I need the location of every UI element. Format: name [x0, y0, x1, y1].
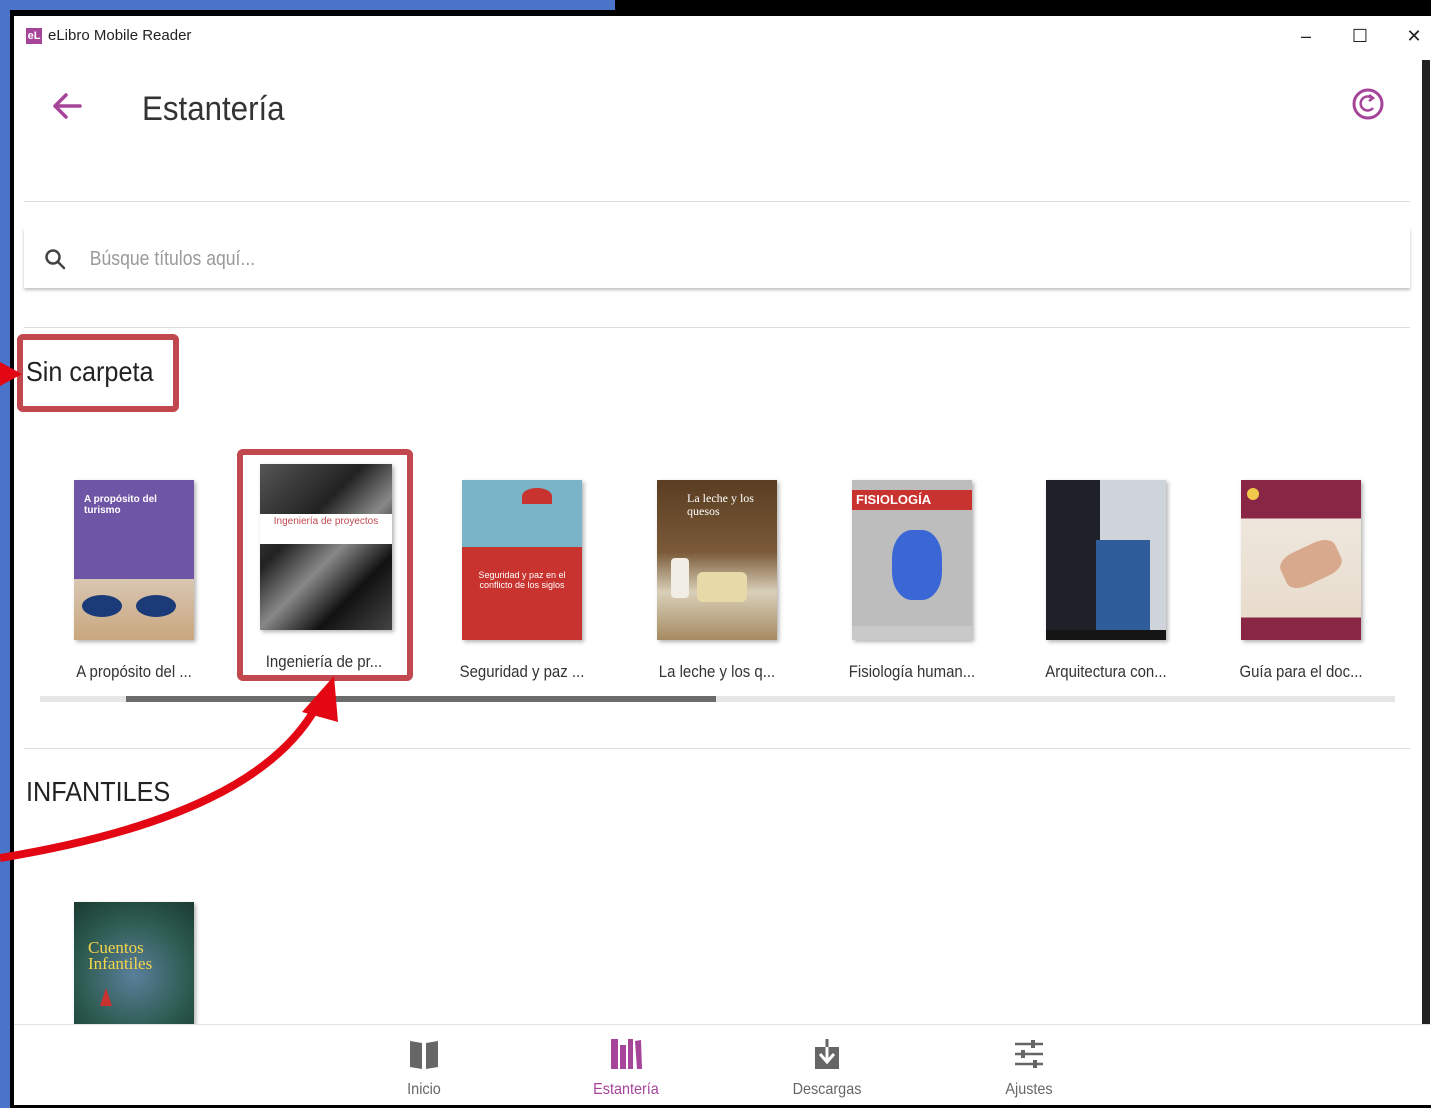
vertical-scrollbar-thumb[interactable] [1422, 60, 1430, 1026]
app-window: eL eLibro Mobile Reader – ☐ ✕ Estantería [14, 16, 1431, 1105]
sync-button[interactable] [1350, 86, 1386, 122]
book-open-icon [410, 1041, 438, 1069]
divider [24, 327, 1410, 328]
nav-label: Estantería [593, 1081, 659, 1098]
book-title: A propósito del ... [76, 662, 192, 681]
back-button[interactable] [48, 86, 88, 126]
title-bar: eL eLibro Mobile Reader – ☐ ✕ [14, 16, 1431, 56]
close-button[interactable]: ✕ [1394, 22, 1431, 50]
horizontal-scrollbar-thumb[interactable] [126, 696, 716, 702]
section-title-infantiles: INFANTILES [26, 776, 171, 807]
maximize-button[interactable]: ☐ [1340, 22, 1380, 50]
bottom-navigation: Inicio Estantería Descargas Ajustes [14, 1024, 1431, 1105]
book-cover[interactable] [1241, 480, 1361, 640]
cover-text: Cuentos Infantiles [88, 938, 153, 973]
search-bar[interactable] [24, 228, 1410, 288]
nav-item-descargas[interactable]: Descargas [767, 1025, 887, 1105]
sliders-icon [1015, 1040, 1043, 1068]
book-item[interactable]: La leche y los quesos La leche y los q..… [637, 480, 797, 700]
nav-item-estanteria[interactable]: Estantería [566, 1025, 686, 1105]
book-item[interactable]: Seguridad y paz en el conflicto de los s… [442, 480, 602, 700]
book-cover[interactable]: Seguridad y paz en el conflicto de los s… [462, 480, 582, 640]
book-item[interactable]: A propósito del turismo A propósito del … [54, 480, 214, 700]
app-title: eLibro Mobile Reader [48, 27, 192, 44]
book-item[interactable]: FISIOLOGÍA Fisiología human... [832, 480, 992, 700]
page-title: Estantería [142, 90, 285, 128]
cover-text: La leche y los quesos [687, 491, 754, 518]
book-cover[interactable]: Cuentos Infantiles [74, 902, 194, 1024]
book-title: La leche y los q... [658, 662, 776, 681]
nav-label: Inicio [407, 1081, 441, 1098]
divider [24, 201, 1410, 202]
minimize-button[interactable]: – [1286, 22, 1326, 50]
cover-text: A propósito del turismo [84, 494, 157, 516]
bookshelf-icon [611, 1039, 642, 1069]
book-cover[interactable] [1046, 480, 1166, 640]
book-title: Seguridad y paz ... [459, 662, 585, 681]
book-title: Fisiología human... [848, 662, 976, 681]
sync-icon [1352, 88, 1384, 120]
app-logo-icon: eL [26, 28, 42, 44]
divider [24, 748, 1410, 749]
book-item[interactable]: Arquitectura con... [1026, 480, 1186, 700]
cover-text: Seguridad y paz en el conflicto de los s… [478, 570, 566, 590]
book-cover[interactable]: La leche y los quesos [657, 480, 777, 640]
page-header: Estantería [14, 56, 1414, 176]
book-title: Guía para el doc... [1239, 662, 1363, 681]
book-title: Arquitectura con... [1045, 662, 1167, 681]
annotation-highlight-box [17, 334, 179, 412]
nav-label: Ajustes [1005, 1081, 1053, 1098]
cover-text: FISIOLOGÍA [856, 492, 932, 507]
search-input[interactable] [88, 242, 884, 276]
book-cover[interactable]: FISIOLOGÍA [852, 480, 972, 640]
book-item[interactable]: Guía para el doc... [1221, 480, 1381, 700]
annotation-highlight-box [237, 449, 413, 681]
nav-label: Descargas [792, 1081, 862, 1098]
nav-item-inicio[interactable]: Inicio [364, 1025, 484, 1105]
arrow-left-icon [53, 93, 82, 119]
book-cover[interactable]: A propósito del turismo [74, 480, 194, 640]
download-icon [815, 1039, 839, 1069]
search-icon [45, 249, 66, 270]
nav-item-ajustes[interactable]: Ajustes [969, 1025, 1089, 1105]
